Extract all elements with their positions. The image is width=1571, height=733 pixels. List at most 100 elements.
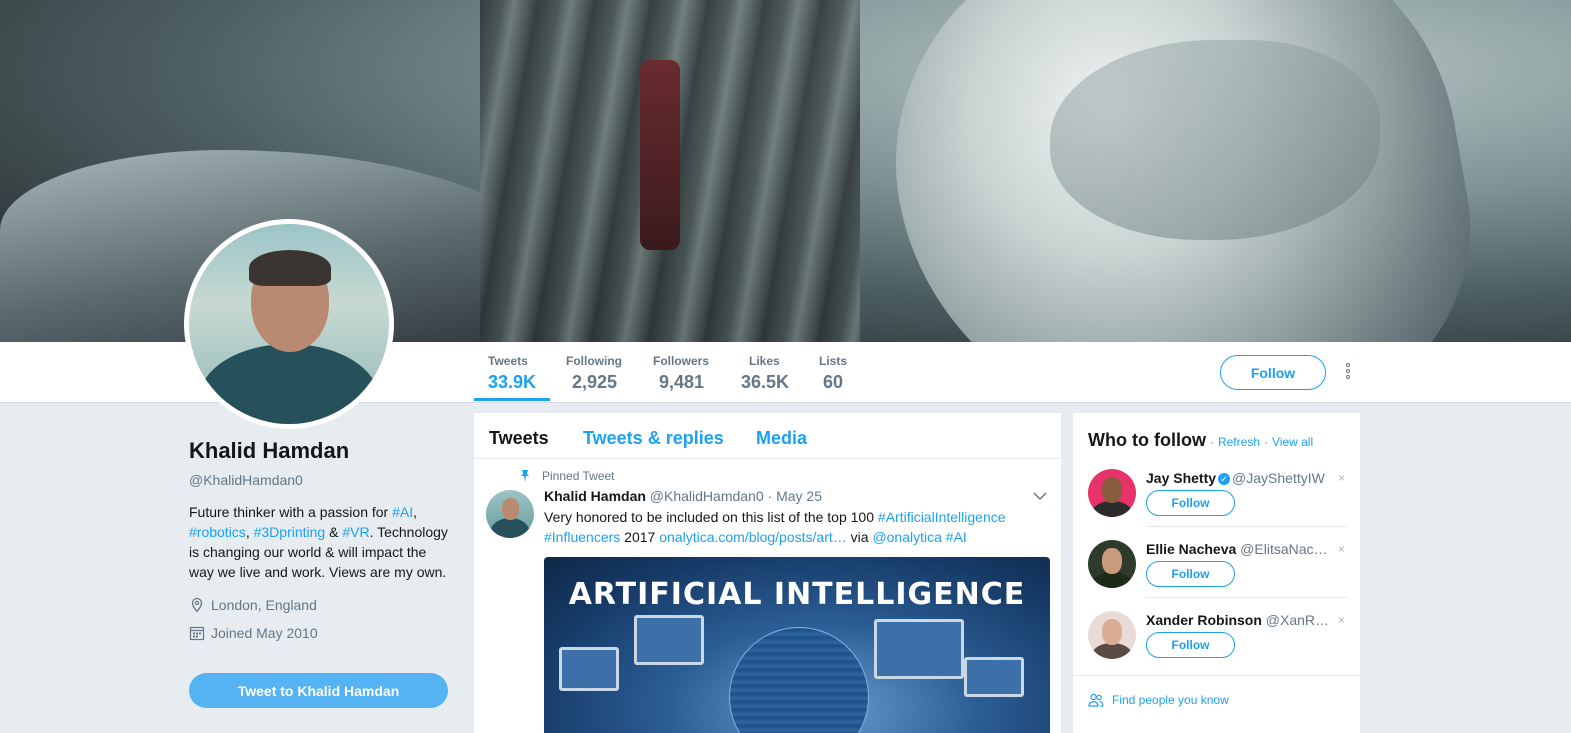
calendar-icon xyxy=(189,626,205,641)
user-handle[interactable]: @ElitsaNac… xyxy=(1240,541,1327,557)
timeline-tabs: Tweets Tweets & replies Media xyxy=(474,413,1061,459)
chevron-down-icon[interactable] xyxy=(1033,491,1047,501)
banner-robot-cable xyxy=(640,60,680,250)
dismiss-icon[interactable]: × xyxy=(1338,613,1345,627)
stat-likes[interactable]: Likes 36.5K xyxy=(741,354,789,393)
hashtag-link[interactable]: #ArtificialIntelligence xyxy=(878,509,1006,525)
location-text: London, England xyxy=(211,597,317,613)
user-name[interactable]: Xander Robinson xyxy=(1146,612,1262,628)
verified-badge-icon: ✓ xyxy=(1218,473,1231,485)
tab-tweets[interactable]: Tweets xyxy=(489,428,549,449)
stat-value: 36.5K xyxy=(741,372,790,392)
mention-link[interactable]: @onalytica xyxy=(872,529,941,545)
location-pin-icon xyxy=(191,597,203,613)
profile-location: London, England xyxy=(189,597,449,613)
banner-robot-visor xyxy=(1050,40,1380,240)
user-handle[interactable]: @XanR… xyxy=(1266,612,1329,628)
who-to-follow-header: Who to follow · Refresh · View all xyxy=(1088,430,1313,451)
tweet-avatar[interactable] xyxy=(486,490,534,538)
separator-dot: · xyxy=(1264,435,1268,449)
stat-value: 9,481 xyxy=(659,372,705,392)
stat-label: Lists xyxy=(819,354,848,368)
hashtag-link[interactable]: #VR xyxy=(342,524,369,540)
media-screen xyxy=(559,647,619,691)
hashtag-link[interactable]: #3Dprinting xyxy=(254,524,326,540)
hashtag-link[interactable]: #AI xyxy=(392,504,413,520)
media-globe xyxy=(729,627,869,733)
suggested-user: Ellie Nacheva @ElitsaNac… × Follow xyxy=(1088,540,1348,611)
hashtag-link[interactable]: #Influencers xyxy=(544,529,620,545)
tweet-date[interactable]: · May 25 xyxy=(768,488,822,504)
profile-joined: Joined May 2010 xyxy=(189,625,449,641)
avatar-photo xyxy=(189,224,389,424)
stat-label: Followers xyxy=(653,354,710,368)
media-screen xyxy=(964,657,1024,697)
user-avatar[interactable] xyxy=(1088,611,1136,659)
stat-value: 2,925 xyxy=(572,372,618,392)
media-screen xyxy=(634,615,704,665)
refresh-link[interactable]: Refresh xyxy=(1218,435,1260,449)
follow-user-button[interactable]: Follow xyxy=(1146,632,1235,658)
follow-user-button[interactable]: Follow xyxy=(1146,490,1235,516)
stat-label: Tweets xyxy=(488,354,528,368)
profile-bio: Future thinker with a passion for #AI, #… xyxy=(189,502,449,582)
tweet-media-image[interactable]: ARTIFICIAL INTELLIGENCE xyxy=(544,557,1050,733)
stat-tweets[interactable]: Tweets 33.9K xyxy=(473,354,551,401)
stat-followers[interactable]: Followers 9,481 xyxy=(653,354,709,393)
people-icon xyxy=(1088,693,1104,707)
user-avatar[interactable] xyxy=(1088,469,1136,517)
profile-handle[interactable]: @KhalidHamdan0 xyxy=(189,472,449,488)
profile-card: Khalid Hamdan @KhalidHamdan0 Future thin… xyxy=(189,438,449,641)
hashtag-link[interactable]: #AI xyxy=(946,529,967,545)
find-people-row[interactable]: Find people you know xyxy=(1073,675,1360,724)
stat-value: 60 xyxy=(823,372,844,392)
dismiss-icon[interactable]: × xyxy=(1338,471,1345,485)
pinned-text: Pinned Tweet xyxy=(542,469,615,483)
bio-text: Future thinker with a passion for xyxy=(189,504,393,520)
tweet-author-name[interactable]: Khalid Hamdan xyxy=(544,488,646,504)
url-link[interactable]: onalytica.com/blog/posts/art… xyxy=(659,529,847,545)
stat-value: 33.9K xyxy=(488,372,537,392)
stat-label: Likes xyxy=(749,354,780,368)
user-name[interactable]: Ellie Nacheva xyxy=(1146,541,1236,557)
separator-dot: · xyxy=(1209,435,1214,449)
tweet-text-part: Very honored to be included on this list… xyxy=(544,509,878,525)
stat-label: Following xyxy=(566,354,622,368)
hashtag-link[interactable]: #robotics xyxy=(189,524,246,540)
tweet-to-button[interactable]: Tweet to Khalid Hamdan xyxy=(189,673,448,708)
tweet-text-part: via xyxy=(846,529,873,545)
pinned-tweet-label: Pinned Tweet xyxy=(518,469,615,483)
stat-following[interactable]: Following 2,925 xyxy=(566,354,622,393)
user-name-line: Ellie Nacheva @ElitsaNac… xyxy=(1146,541,1336,557)
tab-tweets-replies[interactable]: Tweets & replies xyxy=(583,428,724,449)
view-all-link[interactable]: View all xyxy=(1272,435,1313,449)
profile-avatar[interactable] xyxy=(184,219,394,429)
profile-name[interactable]: Khalid Hamdan xyxy=(189,438,449,464)
user-name-line: Xander Robinson @XanR… xyxy=(1146,612,1336,628)
tweet-author-handle[interactable]: @KhalidHamdan0 xyxy=(650,488,764,504)
follow-user-button[interactable]: Follow xyxy=(1146,561,1235,587)
more-options-icon[interactable] xyxy=(1343,362,1353,382)
who-to-follow-title: Who to follow xyxy=(1088,430,1206,450)
stat-lists[interactable]: Lists 60 xyxy=(819,354,847,393)
follow-button[interactable]: Follow xyxy=(1220,355,1326,390)
bio-text: , xyxy=(413,504,418,520)
pin-icon xyxy=(521,470,529,482)
media-title: ARTIFICIAL INTELLIGENCE xyxy=(568,577,1026,612)
tweet-text: Very honored to be included on this list… xyxy=(544,507,1034,547)
user-name-line: Jay Shetty ✓ @JayShettyIW xyxy=(1146,470,1336,486)
who-to-follow: Who to follow · Refresh · View all Jay S… xyxy=(1073,413,1360,733)
user-handle[interactable]: @JayShettyIW xyxy=(1232,470,1325,486)
tab-media[interactable]: Media xyxy=(756,428,807,449)
tweet-header: Khalid Hamdan @KhalidHamdan0 · May 25 xyxy=(544,488,822,504)
bio-text: , xyxy=(245,524,254,540)
suggested-user: Jay Shetty ✓ @JayShettyIW × Follow xyxy=(1088,469,1348,540)
joined-text: Joined May 2010 xyxy=(211,625,318,641)
find-people-link[interactable]: Find people you know xyxy=(1112,693,1229,707)
user-avatar[interactable] xyxy=(1088,540,1136,588)
bio-text: & xyxy=(325,524,343,540)
media-screen xyxy=(874,619,964,679)
dismiss-icon[interactable]: × xyxy=(1338,542,1345,556)
tweet-text-part: 2017 xyxy=(620,529,660,545)
user-name[interactable]: Jay Shetty xyxy=(1146,470,1216,486)
